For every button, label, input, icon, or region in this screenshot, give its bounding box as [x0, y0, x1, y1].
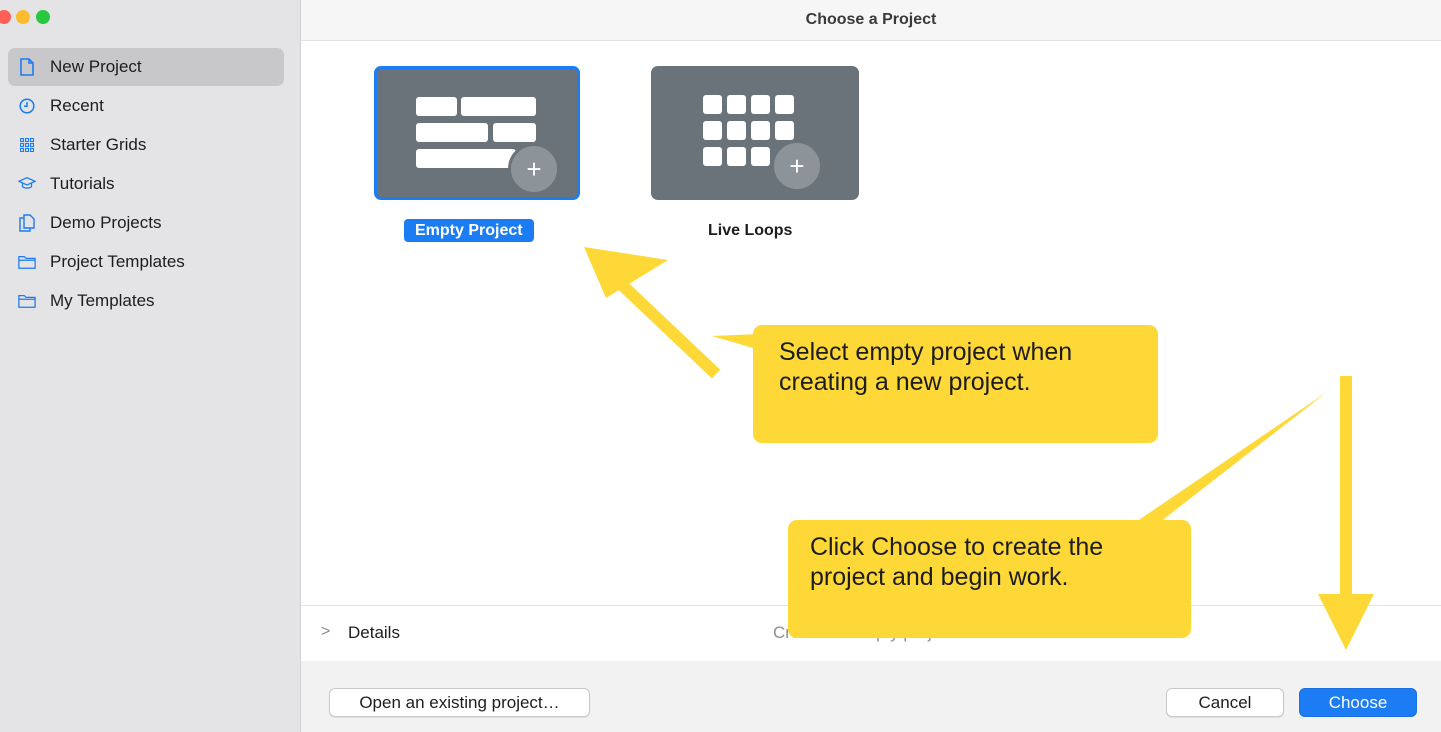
callout-line: project and begin work. [810, 563, 1069, 591]
callout-line: Click Choose to create the [810, 533, 1104, 561]
annotation-arrows [584, 247, 1374, 650]
sidebar-item-label: Demo Projects [50, 213, 162, 232]
graduation-cap-icon [18, 175, 36, 193]
sidebar-item-label: My Templates [50, 291, 155, 310]
annotation-arrow-shaft [615, 278, 721, 379]
sidebar-item-label: New Project [50, 57, 142, 76]
new-document-icon [18, 58, 36, 76]
sidebar-item-label: Tutorials [50, 174, 115, 193]
sidebar-item-label: Recent [50, 96, 104, 115]
annotation-callout-choose: Click Choose to create the project and b… [788, 520, 1191, 638]
callout-line: creating a new project. [779, 368, 1031, 396]
sidebar-item-label: Starter Grids [50, 135, 147, 154]
sidebar-item-label: Project Templates [50, 252, 185, 271]
annotation-arrowhead [1318, 594, 1374, 650]
folder-icon [18, 253, 36, 271]
grid-icon [18, 136, 36, 154]
document-copy-icon [18, 214, 36, 232]
callout-line: Select empty project when [779, 338, 1073, 366]
annotation-callout-select: Select empty project when creating a new… [753, 325, 1158, 443]
folder-icon [18, 292, 36, 310]
clock-icon [18, 97, 36, 115]
